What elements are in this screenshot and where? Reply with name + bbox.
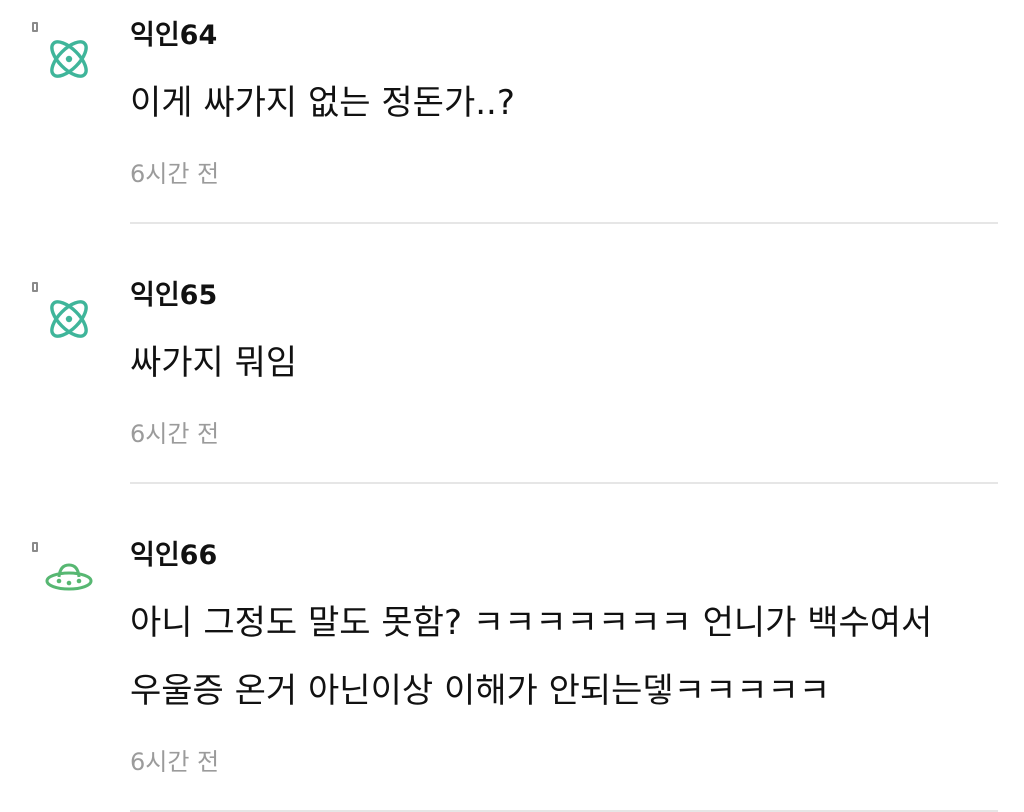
comment-timestamp: 6시간 전 [130,748,220,776]
comment-marker-icon [32,22,38,32]
comment-timestamp: 6시간 전 [130,160,220,188]
comment-text-line: 싸가지 뭐임 [130,343,298,383]
comment-text-line: 이게 싸가지 없는 정돈가..? [130,83,515,123]
comment-divider [130,482,998,484]
comment-marker-icon [32,542,38,552]
comment-divider [130,222,998,224]
atom-icon[interactable] [42,32,96,86]
comment-timestamp: 6시간 전 [130,420,220,448]
comment-marker-icon [32,282,38,292]
author-name[interactable]: 익인66 [130,540,217,572]
comment-item: 익인65 싸가지 뭐임 6시간 전 [0,260,1024,486]
comment-item: 익인64 이게 싸가지 없는 정돈가..? 6시간 전 [0,0,1024,226]
atom-icon[interactable] [42,292,96,346]
ufo-icon[interactable] [42,550,96,604]
author-name[interactable]: 익인64 [130,20,217,52]
comment-item: 익인66 아니 그정도 말도 못함? ㅋㅋㅋㅋㅋㅋㅋ 언니가 백수여서 우울증 … [0,520,1024,812]
comment-text-line: 우울증 온거 아닌이상 이해가 안되는뎋ㅋㅋㅋㅋㅋ [130,671,831,711]
comment-text-line: 아니 그정도 말도 못함? ㅋㅋㅋㅋㅋㅋㅋ 언니가 백수여서 [130,603,933,643]
author-name[interactable]: 익인65 [130,280,217,312]
